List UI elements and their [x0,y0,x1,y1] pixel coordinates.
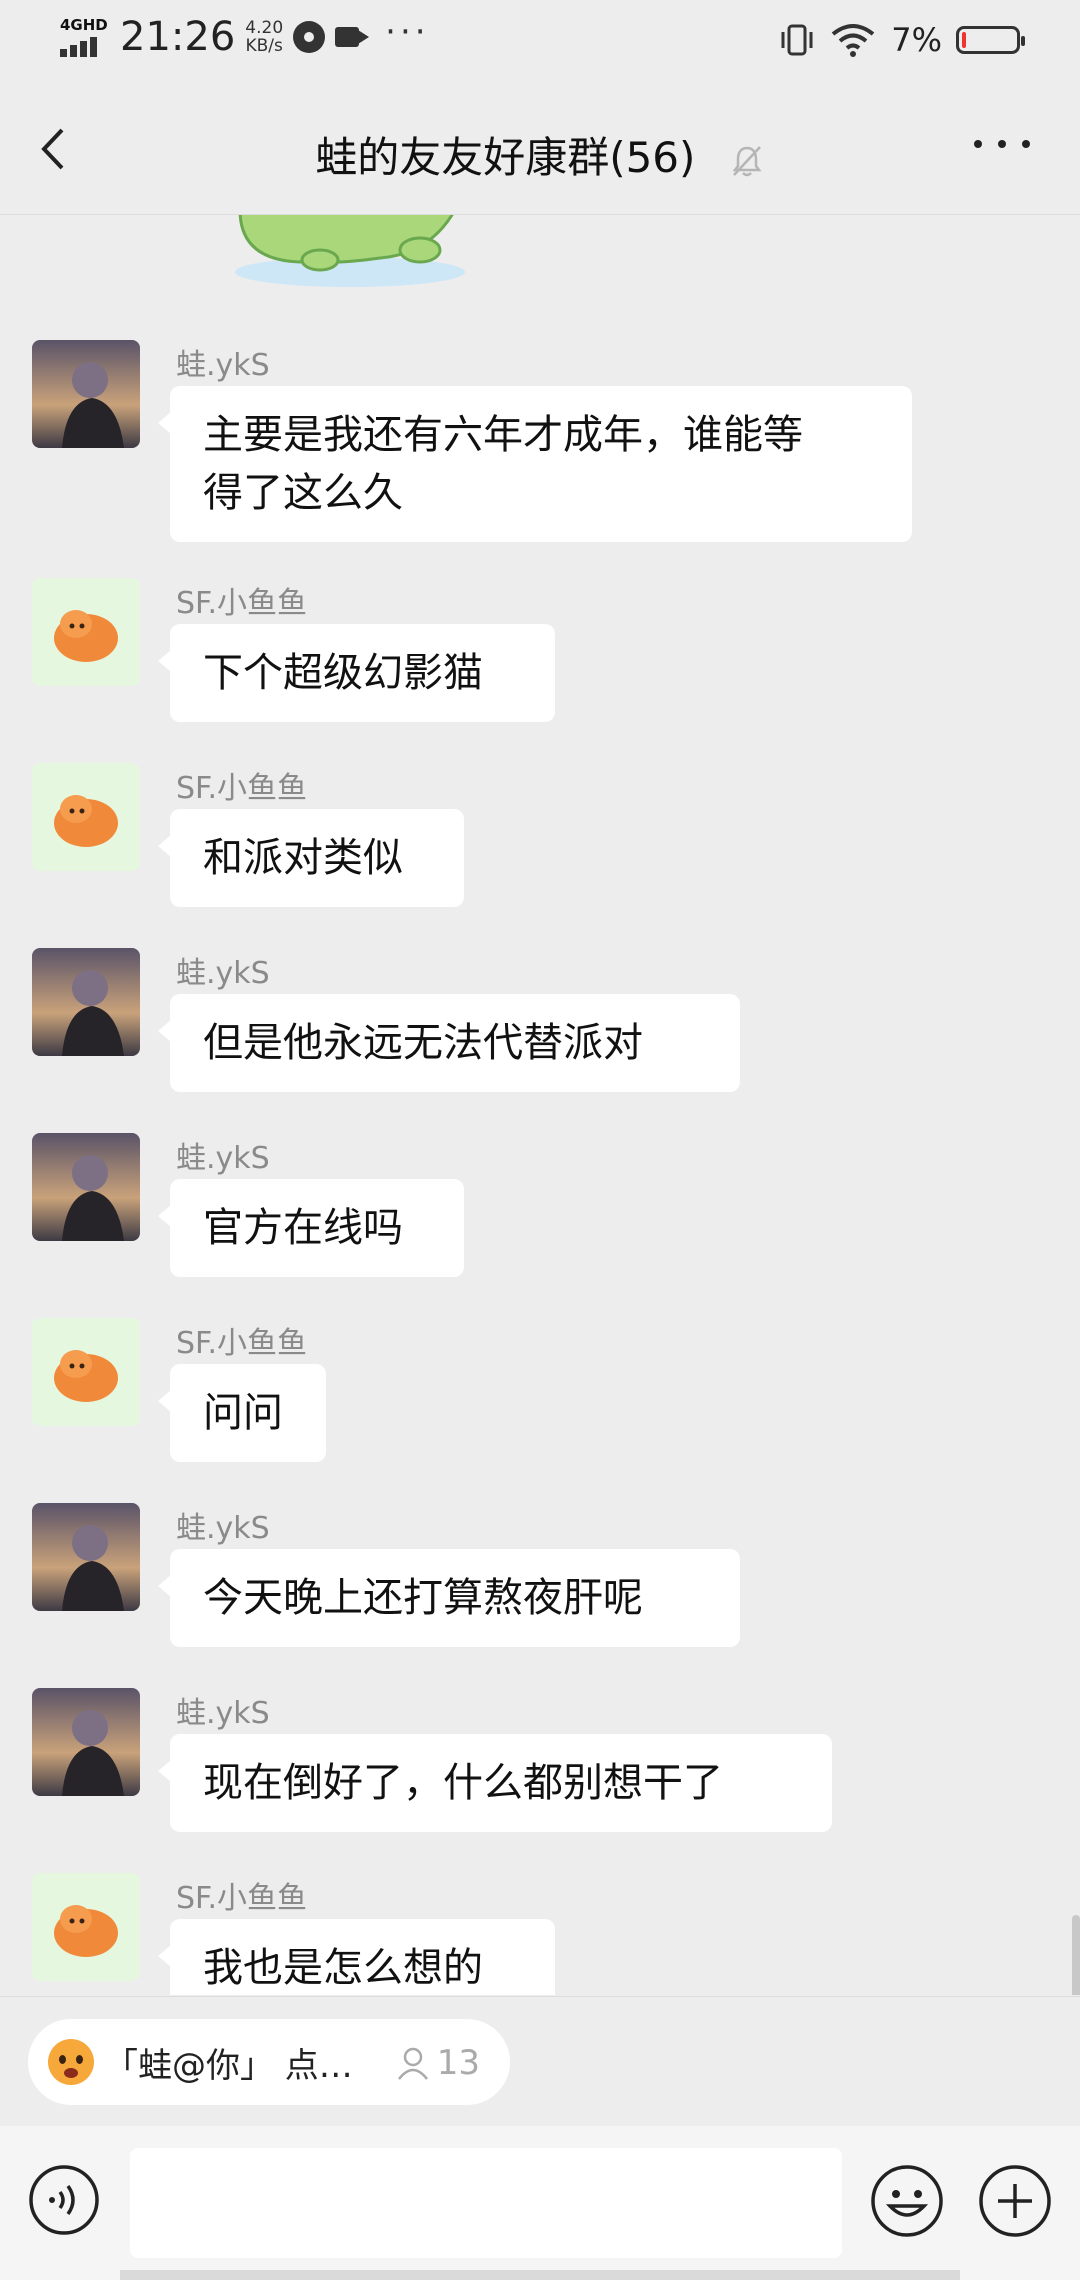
orange-cat-avatar[interactable] [32,578,140,686]
message-bubble[interactable]: 主要是我还有六年才成年，谁能等 得了这么久 [158,386,912,542]
chat-header: 蛙的友友好康群(56) [0,84,1080,215]
sender-name: SF.小鱼鱼 [176,771,308,806]
sender-name: 蛙.ykS [176,348,270,383]
speed-unit: KB/s [245,36,283,56]
message-text: 今天晚上还打算熬夜肝呢 [203,1575,643,1621]
message-bubble[interactable]: 今天晚上还打算熬夜肝呢 [158,1549,740,1647]
orange-cat-avatar[interactable] [32,1318,140,1426]
signal-bars-icon [60,35,106,57]
message-bubble[interactable]: 但是他永远无法代替派对 [158,994,740,1092]
sender-name: 蛙.ykS [176,1696,270,1731]
emoji-icon[interactable] [870,2164,944,2238]
message-bubble[interactable]: 官方在线吗 [158,1179,464,1277]
battery-percent: 7% [891,21,942,59]
add-icon[interactable] [978,2164,1052,2238]
message-text: 但是他永远无法代替派对 [203,1020,643,1066]
message-text: 下个超级幻影猫 [203,650,483,696]
boy-avatar[interactable] [32,1133,140,1241]
input-bar [0,2126,1080,2280]
message-bubble[interactable]: 现在倒好了，什么都别想干了 [158,1734,832,1832]
message-bubble[interactable]: 和派对类似 [158,809,464,907]
orange-cat-avatar[interactable] [32,1873,140,1981]
boy-avatar[interactable] [32,948,140,1056]
keyboard-edge [120,2270,960,2280]
message-text: 问问 [203,1390,283,1436]
app-notification-icon [293,21,326,53]
message-bubble[interactable]: 问问 [158,1364,326,1462]
sender-name: SF.小鱼鱼 [176,1881,308,1916]
orange-cat-avatar[interactable] [32,763,140,871]
message-text: 我也是怎么想的 [203,1945,483,1991]
frog-sticker-image [235,215,465,287]
voice-icon[interactable] [28,2164,100,2236]
sender-name: 蛙.ykS [176,1141,270,1176]
message-input[interactable] [130,2148,842,2258]
mention-count-value: 13 [436,2043,480,2083]
wifi-icon [831,24,875,57]
sender-name: 蛙.ykS [176,1511,270,1546]
sender-name: 蛙.ykS [176,956,270,991]
group-title-text: 蛙的友友好康群(56) [315,133,696,182]
message-bubble[interactable]: 我也是怎么想的 [158,1919,555,1995]
boy-avatar[interactable] [32,1688,140,1796]
message-text: 官方在线吗 [203,1205,403,1251]
message-text: 主要是我还有六年才成年，谁能等 [203,412,803,458]
sender-name: SF.小鱼鱼 [176,1326,308,1361]
vibrate-icon [781,24,813,56]
boy-avatar[interactable] [32,340,140,448]
sender-name: SF.小鱼鱼 [176,586,308,621]
network-speed: 4.20 KB/s [245,19,283,55]
message-list[interactable]: 蛙.ykS 主要是我还有六年才成年，谁能等 得了这么久 SF.小鱼鱼 下个超级幻… [0,215,1080,1995]
status-bar: 4GHD 21:26 4.20 KB/s ··· 7% [0,0,1080,84]
scrollbar[interactable] [1072,1915,1080,1995]
mention-count: 13 [395,2043,480,2083]
message-text: 和派对类似 [203,835,403,881]
mention-bar: 「蛙@你」 点… 13 [0,1996,1080,2127]
speed-value: 4.20 [245,18,284,38]
clock: 21:26 [120,14,236,60]
message-text: 现在倒好了，什么都别想干了 [203,1760,723,1806]
more-options-icon[interactable] [974,140,1030,156]
network-type: 4GHD [60,15,108,34]
mention-notice[interactable]: 「蛙@你」 点… 13 [28,2019,510,2105]
boy-avatar[interactable] [32,1503,140,1611]
person-icon [397,2047,428,2080]
surprised-emoji-icon [48,2039,94,2085]
group-title: 蛙的友友好康群(56) [0,124,1080,185]
video-notification-icon [335,24,369,50]
signal-indicator: 4GHD [60,15,108,57]
mention-text: 「蛙@你」 点… [104,2045,353,2086]
bell-muted-icon [732,145,762,176]
message-text: 得了这么久 [203,470,403,516]
message-bubble[interactable]: 下个超级幻影猫 [158,624,555,722]
battery-icon [956,26,1025,54]
more-notifications: ··· [385,12,430,52]
